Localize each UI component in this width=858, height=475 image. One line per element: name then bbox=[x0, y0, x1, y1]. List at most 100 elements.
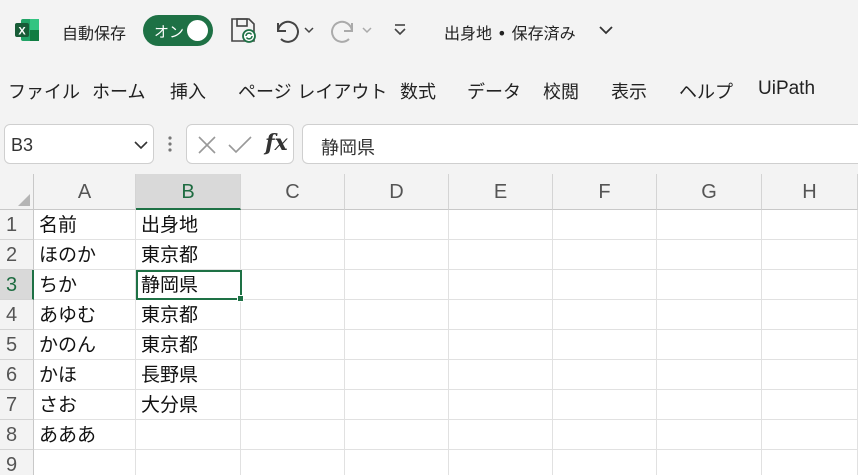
cell-g7[interactable] bbox=[657, 390, 762, 420]
cell-f6[interactable] bbox=[553, 360, 657, 390]
cell-b3[interactable]: 静岡県 bbox=[136, 270, 241, 300]
cell-h7[interactable] bbox=[762, 390, 858, 420]
column-header-b[interactable]: B bbox=[136, 174, 241, 210]
cell-c2[interactable] bbox=[241, 240, 345, 270]
tab-home[interactable]: ホーム bbox=[92, 78, 145, 104]
column-header-e[interactable]: E bbox=[449, 174, 553, 210]
cell-h1[interactable] bbox=[762, 210, 858, 240]
cell-g1[interactable] bbox=[657, 210, 762, 240]
cell-b2[interactable]: 東京都 bbox=[136, 240, 241, 270]
column-header-h[interactable]: H bbox=[762, 174, 858, 210]
chevron-down-icon[interactable] bbox=[598, 22, 614, 38]
tab-page-layout[interactable]: ページ レイアウト bbox=[238, 78, 387, 104]
cell-e2[interactable] bbox=[449, 240, 553, 270]
cell-a7[interactable]: さお bbox=[34, 390, 136, 420]
formula-input[interactable]: 静岡県 bbox=[302, 124, 858, 164]
cell-a1[interactable]: 名前 bbox=[34, 210, 136, 240]
cell-a3[interactable]: ちか bbox=[34, 270, 136, 300]
cell-g3[interactable] bbox=[657, 270, 762, 300]
cell-c7[interactable] bbox=[241, 390, 345, 420]
column-header-g[interactable]: G bbox=[657, 174, 762, 210]
cancel-icon[interactable] bbox=[197, 135, 217, 155]
cell-e5[interactable] bbox=[449, 330, 553, 360]
cell-a4[interactable]: あゆむ bbox=[34, 300, 136, 330]
undo-dropdown-icon[interactable] bbox=[302, 15, 316, 45]
cell-f2[interactable] bbox=[553, 240, 657, 270]
cell-d3[interactable] bbox=[345, 270, 449, 300]
cell-e1[interactable] bbox=[449, 210, 553, 240]
save-icon[interactable] bbox=[228, 15, 258, 45]
fill-handle[interactable] bbox=[237, 295, 244, 302]
tab-data[interactable]: データ bbox=[467, 78, 521, 104]
tab-help[interactable]: ヘルプ bbox=[679, 78, 733, 104]
cell-h4[interactable] bbox=[762, 300, 858, 330]
redo-dropdown-icon[interactable] bbox=[360, 15, 374, 45]
row-header-1[interactable]: 1 bbox=[0, 210, 34, 240]
cell-e7[interactable] bbox=[449, 390, 553, 420]
tab-file[interactable]: ファイル bbox=[8, 78, 80, 104]
cell-e8[interactable] bbox=[449, 420, 553, 450]
cell-g8[interactable] bbox=[657, 420, 762, 450]
cell-d2[interactable] bbox=[345, 240, 449, 270]
formula-bar-grip-icon[interactable] bbox=[165, 134, 175, 154]
cell-d6[interactable] bbox=[345, 360, 449, 390]
cell-b1[interactable]: 出身地 bbox=[136, 210, 241, 240]
tab-review[interactable]: 校閲 bbox=[543, 78, 579, 104]
cell-a5[interactable]: かのん bbox=[34, 330, 136, 360]
row-header-2[interactable]: 2 bbox=[0, 240, 34, 270]
cell-c3[interactable] bbox=[241, 270, 345, 300]
select-all-button[interactable] bbox=[0, 174, 34, 210]
name-box[interactable]: B3 bbox=[4, 124, 154, 164]
cell-d5[interactable] bbox=[345, 330, 449, 360]
cell-e9[interactable] bbox=[449, 450, 553, 475]
cell-f1[interactable] bbox=[553, 210, 657, 240]
cell-g5[interactable] bbox=[657, 330, 762, 360]
column-header-f[interactable]: F bbox=[553, 174, 657, 210]
cell-g2[interactable] bbox=[657, 240, 762, 270]
column-header-a[interactable]: A bbox=[34, 174, 136, 210]
cell-c9[interactable] bbox=[241, 450, 345, 475]
cell-c8[interactable] bbox=[241, 420, 345, 450]
fx-icon[interactable]: fx bbox=[265, 130, 288, 156]
cell-f5[interactable] bbox=[553, 330, 657, 360]
cell-h8[interactable] bbox=[762, 420, 858, 450]
cell-b4[interactable]: 東京都 bbox=[136, 300, 241, 330]
cell-d4[interactable] bbox=[345, 300, 449, 330]
autosave-toggle[interactable]: オン bbox=[143, 15, 213, 46]
cell-f4[interactable] bbox=[553, 300, 657, 330]
cell-b7[interactable]: 大分県 bbox=[136, 390, 241, 420]
cell-a6[interactable]: かほ bbox=[34, 360, 136, 390]
chevron-down-icon[interactable] bbox=[133, 138, 149, 152]
row-header-6[interactable]: 6 bbox=[0, 360, 34, 390]
column-header-c[interactable]: C bbox=[241, 174, 345, 210]
cell-c5[interactable] bbox=[241, 330, 345, 360]
cell-f8[interactable] bbox=[553, 420, 657, 450]
customize-qat-icon[interactable] bbox=[392, 18, 408, 42]
redo-icon[interactable] bbox=[330, 15, 358, 45]
cell-d8[interactable] bbox=[345, 420, 449, 450]
cell-h3[interactable] bbox=[762, 270, 858, 300]
row-header-7[interactable]: 7 bbox=[0, 390, 34, 420]
enter-icon[interactable] bbox=[227, 135, 253, 155]
cell-b9[interactable] bbox=[136, 450, 241, 475]
cell-c6[interactable] bbox=[241, 360, 345, 390]
document-title[interactable]: 出身地 • 保存済み bbox=[444, 20, 576, 44]
cell-b6[interactable]: 長野県 bbox=[136, 360, 241, 390]
cell-d1[interactable] bbox=[345, 210, 449, 240]
cell-f3[interactable] bbox=[553, 270, 657, 300]
cell-a8[interactable]: あああ bbox=[34, 420, 136, 450]
excel-logo-icon[interactable]: X bbox=[14, 17, 40, 43]
row-header-8[interactable]: 8 bbox=[0, 420, 34, 450]
tab-uipath[interactable]: UiPath bbox=[758, 78, 815, 100]
cell-f7[interactable] bbox=[553, 390, 657, 420]
cell-a2[interactable]: ほのか bbox=[34, 240, 136, 270]
row-header-9[interactable]: 9 bbox=[0, 450, 34, 475]
cell-b5[interactable]: 東京都 bbox=[136, 330, 241, 360]
cell-d9[interactable] bbox=[345, 450, 449, 475]
cell-h9[interactable] bbox=[762, 450, 858, 475]
cell-b8[interactable] bbox=[136, 420, 241, 450]
cell-h2[interactable] bbox=[762, 240, 858, 270]
cell-c4[interactable] bbox=[241, 300, 345, 330]
cell-d7[interactable] bbox=[345, 390, 449, 420]
cell-e6[interactable] bbox=[449, 360, 553, 390]
